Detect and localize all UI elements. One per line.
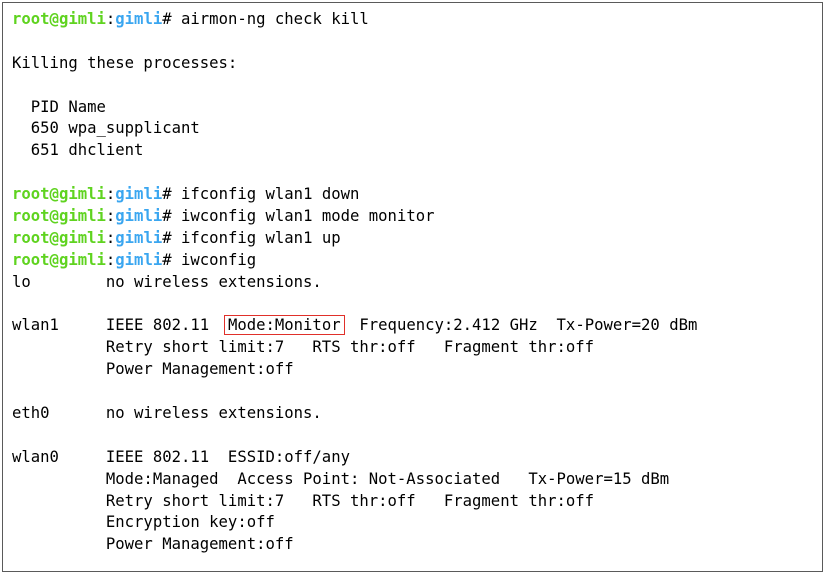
prompt-cwd: gimli — [115, 10, 163, 28]
iface-wlan1-retry-line: Retry short limit:7 RTS thr:off Fragment… — [12, 338, 595, 357]
prompt-colon: : — [105, 250, 116, 269]
iface-wlan0-power-line: Power Management:off — [12, 535, 294, 554]
prompt-cwd: gimli — [115, 228, 163, 247]
prompt-line: root@gimli:gimli# airmon-ng check kill — [12, 9, 822, 31]
iface-wlan1-power-line: Power Management:off — [12, 360, 294, 379]
command-text: airmon-ng check kill — [181, 10, 369, 28]
command-text: iwconfig — [181, 250, 257, 269]
command-text: iwconfig wlan1 mode monitor — [181, 207, 435, 226]
iface-wlan0-mode-line: Mode:Managed Access Point: Not-Associate… — [12, 469, 670, 488]
prompt-user-host: root@gimli — [12, 250, 106, 269]
prompt-colon: : — [105, 10, 116, 28]
iface-wlan0-retry-line: Retry short limit:7 RTS thr:off Fragment… — [12, 491, 595, 510]
prompt-symbol: # — [162, 185, 182, 204]
prompt-line: root@gimli:gimli# iwconfig wlan1 mode mo… — [12, 206, 822, 228]
prompt-colon: : — [105, 228, 116, 247]
iface-wlan0-encryption-line: Encryption key:off — [12, 513, 275, 532]
prompt-symbol: # — [162, 207, 182, 226]
mode-monitor-highlight: Mode:Monitor — [223, 315, 345, 336]
prompt-colon: : — [105, 185, 116, 204]
process-table-header: PID Name — [12, 97, 106, 116]
prompt-colon: : — [105, 207, 116, 226]
process-row: 650 wpa_supplicant — [12, 119, 200, 138]
prompt-user-host: root@gimli — [12, 185, 106, 204]
prompt-user-host: root@gimli — [12, 207, 106, 226]
iface-wlan0-line: wlan0 IEEE 802.11 ESSID:off/any — [12, 447, 350, 466]
prompt-cwd: gimli — [115, 250, 163, 269]
prompt-line: root@gimli:gimli# ifconfig wlan1 up — [12, 228, 822, 250]
output-heading: Killing these processes: — [12, 53, 238, 72]
process-row: 651 dhclient — [12, 141, 144, 160]
iface-wlan1-line: wlan1 IEEE 802.11 Mode:Monitor Frequency… — [12, 315, 822, 337]
prompt-symbol: # — [162, 228, 182, 247]
iface-lo-line: lo no wireless extensions. — [12, 272, 322, 291]
command-text: ifconfig wlan1 down — [181, 185, 360, 204]
prompt-user-host: root@gimli — [12, 228, 106, 247]
iface-wlan1-suffix: Frequency:2.412 GHz Tx-Power=20 dBm — [340, 316, 698, 335]
prompt-line: root@gimli:gimli# iwconfig — [12, 250, 822, 272]
prompt-symbol: # — [162, 250, 182, 269]
prompt-cwd: gimli — [115, 207, 163, 226]
prompt-line: root@gimli:gimli# ifconfig wlan1 down — [12, 184, 822, 206]
terminal-window[interactable]: root@gimli:gimli# airmon-ng check kill K… — [2, 2, 823, 572]
prompt-user-host: root@gimli — [12, 10, 106, 28]
iface-eth0-line: eth0 no wireless extensions. — [12, 404, 322, 423]
command-text: ifconfig wlan1 up — [181, 228, 341, 247]
prompt-symbol: # — [162, 10, 182, 28]
iface-wlan1-prefix: wlan1 IEEE 802.11 — [12, 316, 228, 335]
prompt-cwd: gimli — [115, 185, 163, 204]
